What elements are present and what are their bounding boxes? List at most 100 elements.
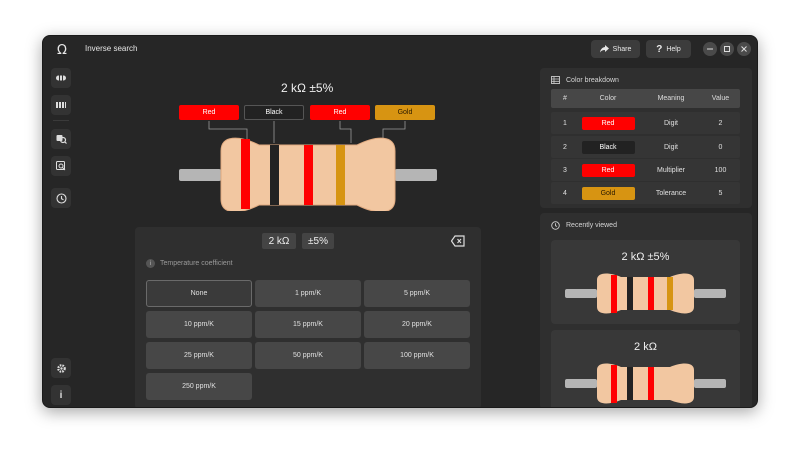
temp-option-50ppm[interactable]: 50 ppm/K [255,342,361,369]
sidebar-divider [53,120,69,121]
band-2-tag[interactable]: Black [244,105,304,120]
resistor-illustration [179,121,437,211]
settings-icon [56,363,66,373]
table-row: 1 Red Digit 2 [551,112,740,134]
temp-option-250ppm[interactable]: 250 ppm/K [146,373,252,400]
row-meaning: Digit [663,119,678,127]
history-icon [55,192,67,204]
row-value: 100 [714,166,727,174]
sidebar-item-resistor-4band[interactable] [51,68,71,88]
row-meaning: Multiplier [656,166,685,174]
row-num: 2 [563,143,567,151]
table-header-row: # Color Meaning Value [551,89,740,108]
recent-item-title: 2 kΩ [634,341,657,353]
resistor-5band-icon [56,102,66,108]
recent-item-title: 2 kΩ ±5% [621,251,670,263]
window-title: Inverse search [85,44,138,53]
temperature-panel: 2 kΩ ±5% i Temperature coefficient None … [135,227,481,407]
recently-viewed-panel: Recently viewed 2 kΩ ±5% 2 kΩ [540,213,752,407]
header-color: Color [599,95,617,102]
header-num: # [563,95,567,102]
header-meaning: Meaning [657,95,685,102]
tolerance-chip: ±5% [302,233,334,249]
temp-option-5ppm[interactable]: 5 ppm/K [364,280,470,307]
resistor-4band-icon [56,75,66,81]
row-num: 1 [563,119,567,127]
temp-option-25ppm[interactable]: 25 ppm/K [146,342,252,369]
recent-item-resistor [565,363,726,404]
color-pill: Gold [581,186,635,200]
share-icon [599,45,609,53]
band-4 [336,145,345,205]
row-value: 2 [718,119,723,127]
recent-item-card[interactable]: 2 kΩ [551,330,740,407]
table-row: 4 Gold Tolerance 5 [551,182,740,204]
band-3-tag[interactable]: Red [310,105,370,120]
temp-option-1ppm[interactable]: 1 ppm/K [255,280,361,307]
color-pill: Black [581,140,635,154]
omega-logo-icon: Ω [57,43,67,56]
color-pill: Red [581,163,635,177]
resistor-value-title: 2 kΩ ±5% [281,81,334,95]
band-4-tag[interactable]: Gold [375,105,435,120]
row-num: 4 [563,189,567,197]
table-row: 3 Red Multiplier 100 [551,159,740,181]
color-breakdown-panel: Color breakdown # Color Meaning Value 1 … [540,68,752,208]
row-meaning: Tolerance [655,189,687,197]
right-lead [395,169,437,181]
app-window: Ω Inverse search Share ? Help i 2 kΩ ±5%… [42,35,758,408]
recent-item-resistor [565,273,726,314]
color-pill: Red [581,116,635,130]
temp-option-100ppm[interactable]: 100 ppm/K [364,342,470,369]
temperature-label-row: i Temperature coefficient [146,259,233,268]
temp-option-15ppm[interactable]: 15 ppm/K [255,311,361,338]
close-icon [741,46,747,52]
close-button[interactable] [737,42,751,56]
minimize-icon [707,48,713,50]
inverse-search-icon [55,161,65,171]
maximize-button[interactable] [720,42,734,56]
color-breakdown-header: Color breakdown [551,76,619,84]
temp-option-none[interactable]: None [146,280,252,307]
temp-option-10ppm[interactable]: 10 ppm/K [146,311,252,338]
temperature-label: Temperature coefficient [160,260,233,267]
resistance-chip: 2 kΩ [262,233,296,249]
header-value: Value [711,95,730,102]
table-icon [551,76,560,84]
band-3 [304,145,313,205]
band-1-tag[interactable]: Red [179,105,239,120]
color-breakdown-title: Color breakdown [566,76,619,84]
recently-viewed-header: Recently viewed [551,221,617,230]
row-value: 0 [718,143,723,151]
share-button[interactable]: Share [591,40,640,58]
maximize-icon [724,46,730,52]
recent-item-card[interactable]: 2 kΩ ±5% [551,240,740,324]
sidebar-item-inverse-search[interactable] [51,156,71,176]
help-button[interactable]: ? Help [646,40,691,58]
left-lead [179,169,221,181]
sidebar-item-search[interactable] [51,129,71,149]
sidebar-item-history[interactable] [51,188,71,208]
title-bar: Ω Inverse search Share ? Help [43,36,757,62]
temp-option-20ppm[interactable]: 20 ppm/K [364,311,470,338]
row-meaning: Digit [663,143,678,151]
share-label: Share [612,45,632,53]
backspace-icon[interactable] [451,235,465,247]
search-icon [56,135,67,144]
band-2 [270,145,279,205]
help-label: Help [666,45,681,53]
help-icon: ? [656,43,663,55]
recently-viewed-title: Recently viewed [566,222,617,229]
table-row: 2 Black Digit 0 [551,136,740,158]
sidebar-item-settings[interactable] [51,358,71,378]
info-circle-icon: i [146,259,155,268]
band-1 [241,139,250,209]
row-num: 3 [563,166,567,174]
row-value: 5 [718,189,723,197]
sidebar-item-info[interactable]: i [51,385,71,405]
info-icon: i [59,389,63,401]
sidebar-item-resistor-5band[interactable] [51,95,71,115]
clock-icon [551,221,560,230]
minimize-button[interactable] [703,42,717,56]
svg-text:Ω: Ω [57,43,67,56]
